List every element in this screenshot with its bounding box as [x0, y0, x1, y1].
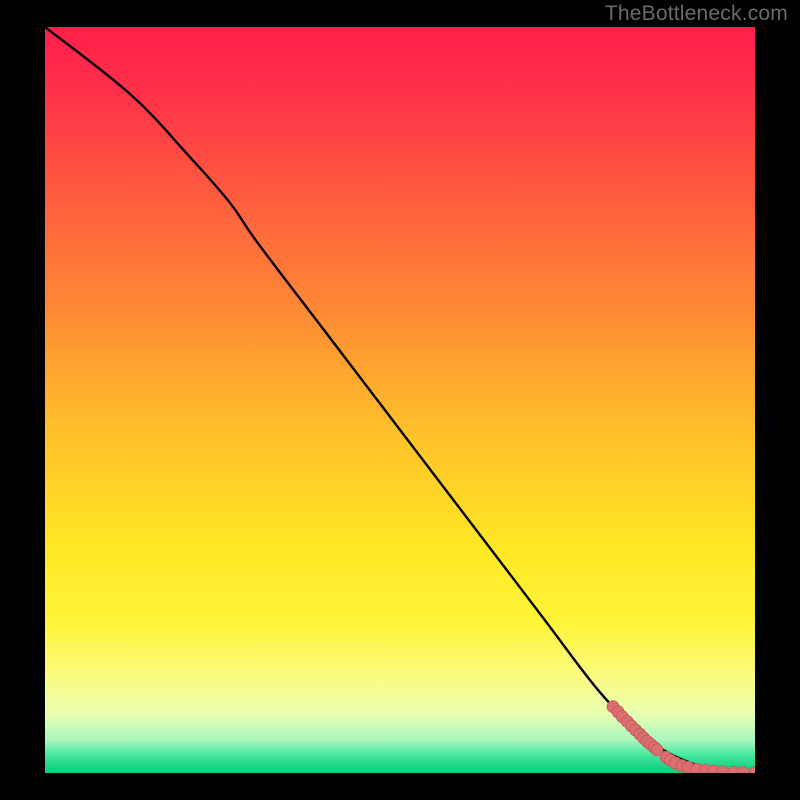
chart-point: [749, 767, 755, 773]
chart-points: [607, 701, 755, 773]
chart-point: [737, 767, 749, 773]
chart-point: [717, 766, 729, 773]
chart-line: [45, 27, 755, 773]
chart-frame: TheBottleneck.com: [0, 0, 800, 800]
chart-overlay: [45, 27, 755, 773]
plot-area: [45, 27, 755, 773]
watermark-label: TheBottleneck.com: [605, 2, 788, 26]
